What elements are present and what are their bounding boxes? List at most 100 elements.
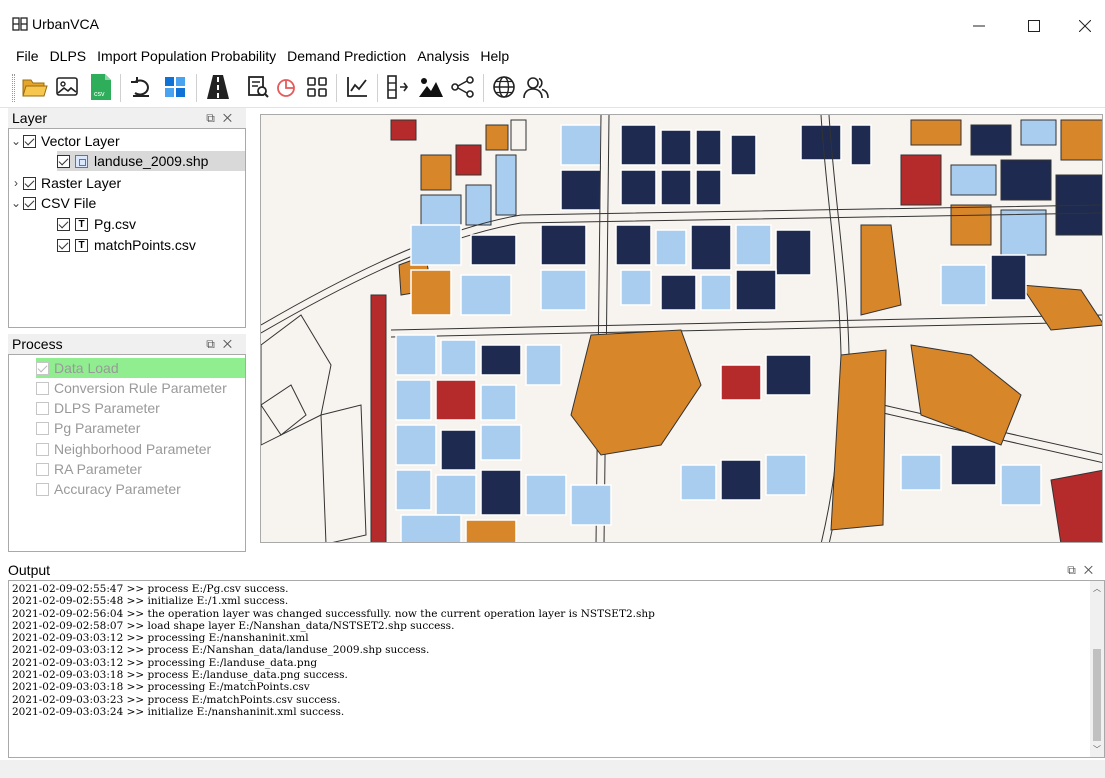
log-line: 2021-02-09-02:55:48 >> initialize E:/1.x… [12, 595, 289, 608]
app-window: UrbanVCA File DLPS Import Population Pro… [0, 0, 1105, 778]
log-line: 2021-02-09-02:55:47 >> process E:/Pg.csv… [12, 583, 289, 595]
output-panel-heading: Output [8, 562, 51, 578]
menu-import-population-probability[interactable]: Import Population Probability [91, 44, 281, 68]
checkbox[interactable] [36, 381, 49, 395]
float-icon[interactable]: ⧉ [206, 111, 223, 125]
menu-help[interactable]: Help [474, 44, 514, 68]
minimize-icon[interactable] [956, 8, 1002, 44]
menu-file[interactable]: File [10, 44, 44, 68]
tree-item-matchpoints-csv[interactable]: T matchPoints.csv [57, 235, 196, 255]
grid-icon[interactable] [302, 72, 332, 102]
tree-item-label: Pg.csv [94, 216, 137, 232]
text-file-icon: T [75, 217, 88, 231]
image-icon[interactable] [52, 72, 82, 102]
output-panel-title[interactable]: Output ⧉✕ [8, 560, 1105, 580]
float-icon[interactable]: ⧉ [206, 337, 223, 351]
checkbox[interactable] [23, 196, 36, 210]
checkbox[interactable] [36, 361, 49, 375]
scroll-up-icon[interactable]: ︿ [1093, 583, 1101, 594]
checkbox[interactable] [57, 217, 70, 231]
log-line: 2021-02-09-03:03:12 >> processing E:/nan… [12, 632, 309, 645]
globe-icon[interactable] [489, 72, 519, 102]
expand-arrow-icon[interactable]: ⌄ [9, 134, 23, 148]
process-item-conversion-rule[interactable]: Conversion Rule Parameter [36, 378, 227, 398]
tree-item-label: Raster Layer [41, 175, 122, 191]
process-item-label: Conversion Rule Parameter [54, 380, 227, 396]
checkbox[interactable] [36, 482, 49, 496]
process-item-label: Data Load [54, 360, 119, 376]
line-chart-icon[interactable] [342, 72, 372, 102]
log-line: 2021-02-09-02:58:07 >> load shape layer … [12, 619, 455, 632]
log-line: 2021-02-09-03:03:12 >> process E:/Nansha… [12, 644, 430, 657]
collapse-arrow-icon[interactable]: › [9, 176, 23, 190]
log-line: 2021-02-09-03:03:24 >> initialize E:/nan… [12, 705, 345, 718]
float-icon[interactable]: ⧉ [1067, 563, 1084, 577]
share-icon[interactable] [448, 72, 478, 102]
log-line: 2021-02-09-03:03:12 >> processing E:/lan… [12, 656, 318, 669]
toolbar-grip[interactable] [12, 74, 15, 102]
output-log[interactable]: 2021-02-09-02:55:47 >> process E:/Pg.csv… [8, 580, 1105, 758]
window-title: UrbanVCA [32, 16, 99, 32]
checkbox[interactable] [36, 442, 49, 456]
tree-item-label: matchPoints.csv [94, 237, 196, 253]
log-line: 2021-02-09-03:03:23 >> process E:/matchP… [12, 693, 341, 706]
process-item-label: Pg Parameter [54, 420, 141, 436]
checkbox[interactable] [36, 462, 49, 476]
output-scrollbar[interactable]: ︿ ﹀ [1090, 581, 1104, 757]
expand-arrow-icon[interactable]: ⌄ [9, 196, 23, 210]
scroll-down-icon[interactable]: ﹀ [1093, 744, 1101, 755]
tree-item-label: Vector Layer [41, 133, 120, 149]
layer-panel-title[interactable]: Layer ⧉✕ [8, 108, 246, 128]
process-panel-title[interactable]: Process ⧉✕ [8, 334, 246, 354]
scrollbar-thumb[interactable] [1093, 649, 1101, 741]
checkbox[interactable] [57, 238, 70, 252]
close-icon[interactable]: ✕ [1084, 563, 1101, 577]
tree-item-raster-layer[interactable]: › Raster Layer [9, 173, 121, 193]
log-line: 2021-02-09-02:56:04 >> the operation lay… [12, 607, 655, 620]
road-icon[interactable] [203, 72, 233, 102]
tree-item-landuse-shp[interactable]: landuse_2009.shp [57, 151, 245, 171]
checkbox[interactable] [36, 421, 49, 435]
pie-chart-icon[interactable] [271, 72, 301, 102]
log-line: 2021-02-09-03:03:18 >> process E:/landus… [12, 669, 348, 682]
process-item-label: Neighborhood Parameter [54, 441, 212, 457]
landuse-map[interactable] [261, 115, 1103, 543]
tree-item-vector-layer[interactable]: ⌄ Vector Layer [9, 131, 120, 151]
split-icon[interactable] [382, 72, 412, 102]
checkbox[interactable] [23, 176, 36, 190]
windows-icon[interactable] [160, 72, 190, 102]
undo-icon[interactable] [126, 72, 156, 102]
process-item-dlps[interactable]: DLPS Parameter [36, 398, 160, 418]
map-canvas[interactable] [260, 114, 1103, 543]
maximize-icon[interactable] [1011, 8, 1057, 44]
tree-item-csv-file[interactable]: ⌄ CSV File [9, 193, 96, 213]
menu-demand-prediction[interactable]: Demand Prediction [281, 44, 411, 68]
layer-tree: ⌄ Vector Layer landuse_2009.shp › Raster… [8, 128, 246, 328]
process-item-neighborhood[interactable]: Neighborhood Parameter [36, 439, 211, 459]
process-item-accuracy[interactable]: Accuracy Parameter [36, 479, 181, 499]
title-bar: UrbanVCA [0, 0, 1105, 44]
process-item-ra[interactable]: RA Parameter [36, 459, 142, 479]
close-icon[interactable]: ✕ [223, 337, 240, 351]
open-folder-icon[interactable] [20, 72, 50, 102]
csv-icon[interactable]: csv [86, 72, 116, 102]
menu-dlps[interactable]: DLPS [44, 44, 92, 68]
toolbar: csv [0, 68, 1105, 108]
checkbox[interactable] [23, 134, 36, 148]
checkbox[interactable] [36, 401, 49, 415]
report-icon[interactable] [243, 72, 273, 102]
close-icon[interactable] [1062, 8, 1105, 44]
menu-bar: File DLPS Import Population Probability … [0, 44, 1105, 68]
menu-analysis[interactable]: Analysis [411, 44, 474, 68]
process-item-data-load[interactable]: Data Load [36, 358, 119, 378]
process-item-label: Accuracy Parameter [54, 481, 181, 497]
close-icon[interactable]: ✕ [223, 111, 240, 125]
process-item-pg[interactable]: Pg Parameter [36, 418, 140, 438]
tree-item-label: landuse_2009.shp [94, 153, 209, 169]
mountain-icon[interactable] [416, 72, 446, 102]
status-bar [0, 760, 1105, 778]
tree-item-pg-csv[interactable]: T Pg.csv [57, 214, 136, 234]
checkbox[interactable] [57, 154, 70, 168]
users-icon[interactable] [521, 72, 551, 102]
log-line: 2021-02-09-03:03:18 >> processing E:/mat… [12, 681, 310, 694]
